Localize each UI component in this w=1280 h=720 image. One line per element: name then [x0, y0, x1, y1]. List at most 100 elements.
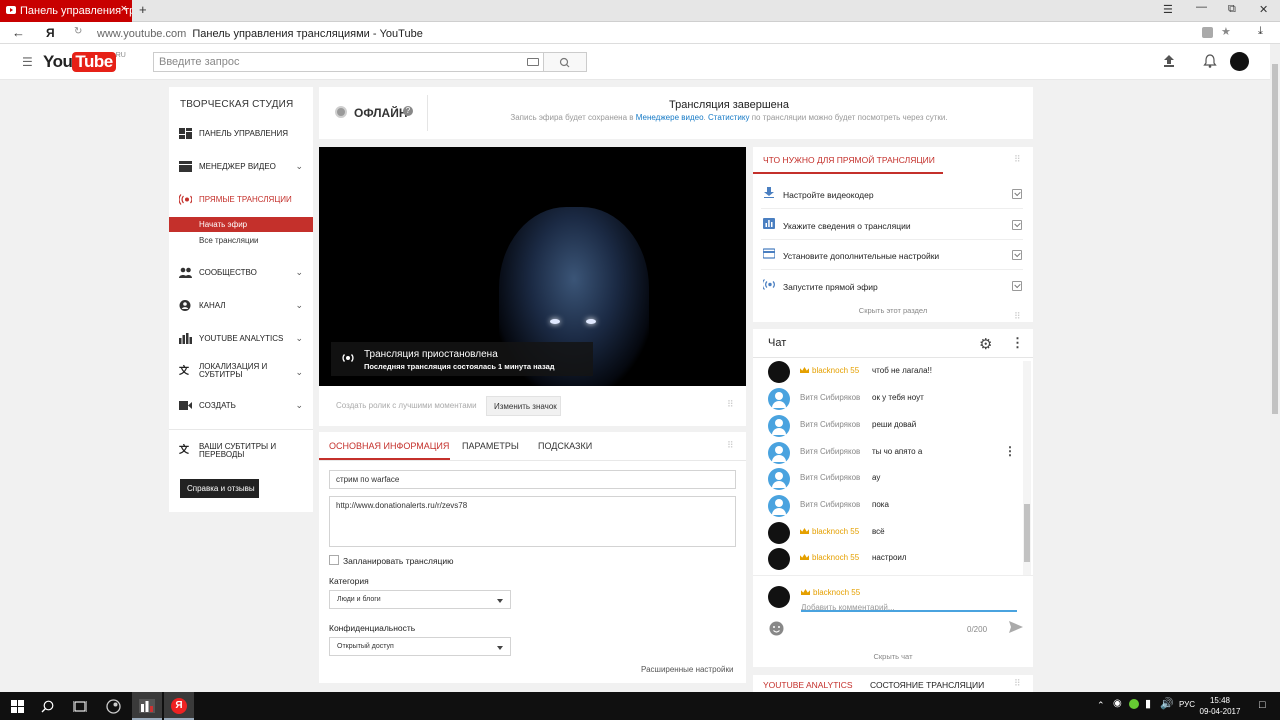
sidebar-item-live-streaming[interactable]: ПРЯМЫЕ ТРАНСЛЯЦИИ: [179, 194, 309, 205]
hamburger-menu-icon[interactable]: ☰: [22, 55, 33, 69]
chat-scrollbar-thumb[interactable]: [1024, 504, 1030, 562]
sidebar-item-channel[interactable]: КАНАЛ ⌄: [179, 300, 309, 311]
search-icon[interactable]: [41, 700, 54, 713]
steam-app-icon[interactable]: [106, 699, 121, 714]
sidebar-subitem-start-stream[interactable]: Начать эфир: [169, 217, 313, 232]
emoji-icon[interactable]: [769, 621, 784, 636]
drag-handle-icon[interactable]: ⠿: [1014, 678, 1021, 689]
send-icon[interactable]: [1009, 621, 1023, 633]
minimize-icon[interactable]: —: [1196, 1, 1207, 13]
tab-basic-info[interactable]: ОСНОВНАЯ ИНФОРМАЦИЯ: [329, 441, 449, 451]
youtube-logo[interactable]: You Tube RU: [43, 52, 126, 72]
tab-parameters[interactable]: ПАРАМЕТРЫ: [462, 441, 519, 451]
notifications-bell-icon[interactable]: [1203, 54, 1217, 68]
chevron-down-icon[interactable]: ⌄: [295, 333, 303, 344]
schedule-checkbox[interactable]: [329, 555, 339, 565]
chevron-down-icon[interactable]: ⌄: [295, 267, 303, 278]
downloads-icon[interactable]: ⤓: [1258, 25, 1263, 38]
checklist-item[interactable]: Укажите сведения о трансляции: [761, 210, 1023, 240]
reload-icon[interactable]: ↻: [74, 26, 82, 37]
sidebar-item-community[interactable]: СООБЩЕСТВО ⌄: [179, 267, 309, 278]
taskbar-app-yandex-browser[interactable]: Я: [164, 692, 194, 720]
statistics-link[interactable]: Статистику: [708, 113, 749, 122]
chat-scrollbar[interactable]: [1023, 361, 1031, 575]
input-language[interactable]: РУС: [1179, 700, 1195, 709]
upload-icon[interactable]: [1162, 54, 1176, 68]
taskbar-clock[interactable]: 15:48 09-04-2017: [1195, 695, 1245, 717]
chevron-down-icon[interactable]: ⌄: [295, 300, 303, 311]
category-label: Категория: [329, 576, 369, 586]
stream-description-textarea[interactable]: http://www.donationalerts.ru/r/zevs78: [329, 496, 736, 547]
category-select[interactable]: Люди и блоги: [329, 590, 511, 609]
sidebar-item-your-subtitles[interactable]: 文 ВАШИ СУБТИТРЫ И ПЕРЕВОДЫ: [179, 443, 309, 459]
speaker-icon[interactable]: 🔊: [1160, 697, 1174, 710]
hide-chat-link[interactable]: Скрыть чат: [753, 652, 1033, 661]
back-arrow-icon[interactable]: ←: [12, 25, 25, 40]
chevron-down-icon[interactable]: ⌄: [295, 161, 303, 172]
gear-icon[interactable]: ⚙: [979, 335, 992, 353]
chat-message[interactable]: Витя Сибиряков пока: [768, 494, 1018, 518]
tab-stream-health[interactable]: СОСТОЯНИЕ ТРАНСЛЯЦИИ: [870, 680, 984, 690]
stream-title-input[interactable]: стрим по warface: [329, 470, 736, 489]
browser-tab[interactable]: Панель управления тра ×: [0, 0, 132, 22]
search-button[interactable]: [543, 52, 587, 72]
stream-preview-video[interactable]: Трансляция приостановлена Последняя тран…: [319, 147, 746, 386]
drag-handle-icon[interactable]: ⠿: [727, 440, 734, 451]
page-scrollbar[interactable]: [1270, 44, 1280, 692]
close-window-icon[interactable]: ✕: [1259, 3, 1268, 16]
chat-message[interactable]: Витя Сибиряков ты чо апято а ⋮: [768, 441, 1018, 465]
chevron-down-icon[interactable]: ⌄: [295, 367, 303, 378]
sidebar-item-create[interactable]: СОЗДАТЬ ⌄: [179, 400, 309, 411]
tray-app-icon[interactable]: [1129, 699, 1139, 709]
more-vert-icon[interactable]: ⋮: [1011, 335, 1024, 351]
sidebar-subitem-all-streams[interactable]: Все трансляции: [199, 236, 259, 245]
help-feedback-button[interactable]: Справка и отзывы: [180, 479, 259, 498]
chat-message[interactable]: Витя Сибиряков ок у тебя ноут: [768, 387, 1018, 411]
search-input[interactable]: Введите запрос: [153, 52, 543, 72]
url-field[interactable]: www.youtube.com Панель управления трансл…: [97, 28, 423, 40]
video-manager-link[interactable]: Менеджере видео: [636, 113, 704, 122]
restore-icon[interactable]: ⧉: [1228, 3, 1236, 16]
chat-message[interactable]: blacknoch 55 чтоб не лагала!!: [768, 360, 1018, 384]
privacy-select[interactable]: Открытый доступ: [329, 637, 511, 656]
chat-message[interactable]: blacknoch 55 настроил: [768, 547, 1018, 571]
sidebar-item-localization[interactable]: 文 ЛОКАЛИЗАЦИЯ И СУБТИТРЫ ⌄: [179, 363, 309, 379]
star-icon[interactable]: ★: [1221, 25, 1231, 38]
tab-close-icon[interactable]: ×: [121, 3, 127, 15]
advanced-settings-link[interactable]: Расширенные настройки: [641, 665, 733, 674]
battery-icon[interactable]: ▮: [1145, 697, 1151, 710]
chat-message[interactable]: Витя Сибиряков ау: [768, 467, 1018, 491]
sidebar-item-video-manager[interactable]: МЕНЕДЖЕР ВИДЕО ⌄: [179, 161, 309, 172]
chevron-down-icon[interactable]: ⌄: [295, 400, 303, 411]
checklist-item[interactable]: Настройте видеокодер: [761, 179, 1023, 209]
windows-start-icon[interactable]: [11, 700, 24, 713]
menu-icon[interactable]: ☰: [1163, 3, 1173, 16]
sidebar-item-dashboard[interactable]: ПАНЕЛЬ УПРАВЛЕНИЯ: [179, 128, 309, 139]
checklist-item[interactable]: Запустите прямой эфир: [761, 271, 1023, 301]
yandex-logo-icon[interactable]: Я: [46, 26, 55, 40]
tab-hints[interactable]: ПОДСКАЗКИ: [538, 441, 592, 451]
create-clip-placeholder[interactable]: Создать ролик с лучшими моментами: [336, 401, 477, 410]
bookmark-panel-icon[interactable]: [1202, 27, 1213, 38]
new-tab-icon[interactable]: +: [139, 2, 147, 17]
account-avatar[interactable]: [1230, 52, 1249, 71]
drag-handle-icon[interactable]: ⠿: [1014, 154, 1021, 165]
tray-chevron-up-icon[interactable]: ⌃: [1097, 700, 1105, 711]
network-icon[interactable]: ◉: [1113, 698, 1122, 709]
chat-message[interactable]: Витя Сибиряков реши довай: [768, 414, 1018, 438]
keyboard-icon[interactable]: [527, 58, 539, 66]
task-view-icon[interactable]: [73, 700, 87, 713]
drag-handle-icon[interactable]: ⠿: [1014, 311, 1021, 322]
hide-section-link[interactable]: Скрыть этот раздел: [753, 306, 1033, 315]
change-thumbnail-button[interactable]: Изменить значок: [486, 396, 561, 416]
page-scrollbar-thumb[interactable]: [1272, 64, 1278, 414]
chat-message[interactable]: blacknoch 55 всё: [768, 521, 1018, 545]
tab-youtube-analytics[interactable]: YOUTUBE ANALYTICS: [763, 680, 853, 690]
drag-handle-icon[interactable]: ⠿: [727, 399, 734, 410]
notifications-center-icon[interactable]: □: [1259, 699, 1266, 711]
taskbar-app-stats[interactable]: [132, 692, 162, 720]
help-icon[interactable]: ?: [403, 106, 413, 116]
message-menu-icon[interactable]: ⋮: [1004, 444, 1016, 458]
checklist-item[interactable]: Установите дополнительные настройки: [761, 240, 1023, 270]
sidebar-item-analytics[interactable]: YOUTUBE ANALYTICS ⌄: [179, 333, 309, 344]
